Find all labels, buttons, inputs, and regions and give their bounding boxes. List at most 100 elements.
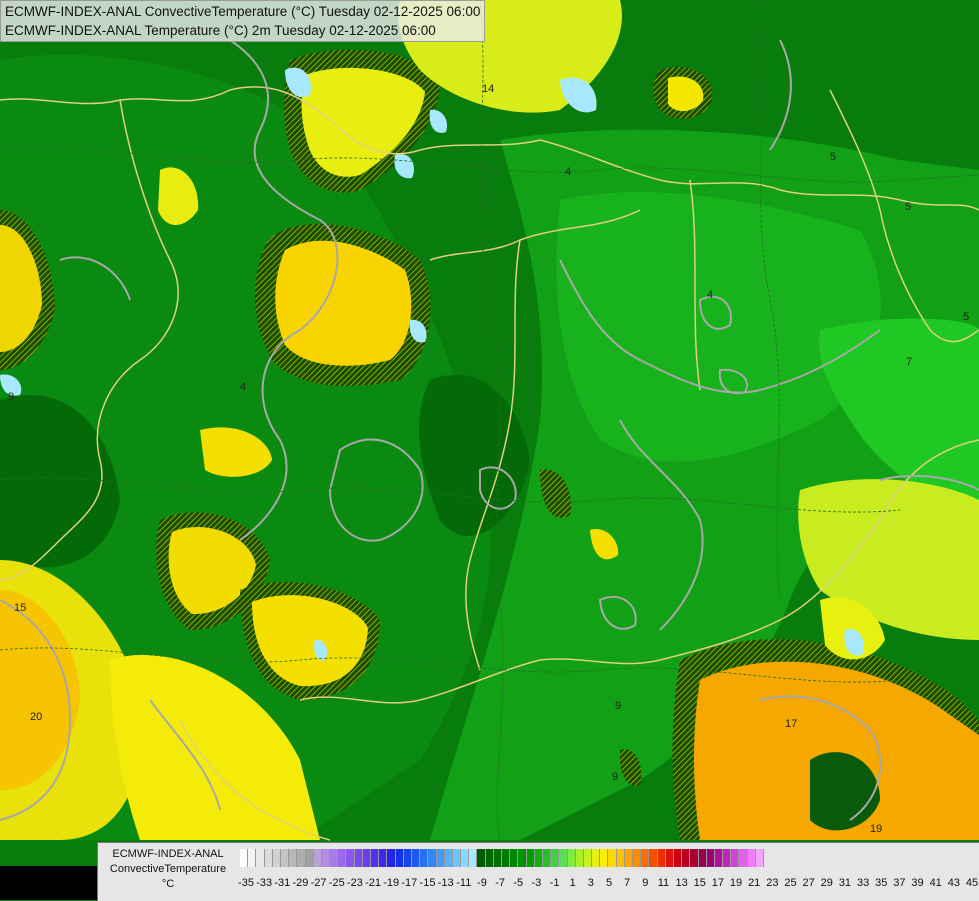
legend-swatch (616, 849, 625, 867)
legend-swatch (551, 849, 560, 867)
legend-swatch (395, 849, 404, 867)
svg-text:19: 19 (870, 823, 882, 835)
legend-swatch (411, 849, 421, 867)
legend-swatch (289, 849, 298, 867)
legend-swatch (706, 849, 715, 867)
legend-swatch (461, 849, 470, 867)
legend-swatch (731, 849, 740, 867)
svg-text:14: 14 (482, 83, 494, 95)
legend-swatch (723, 849, 732, 867)
legend-swatch (330, 849, 339, 867)
legend-swatch (469, 849, 478, 867)
legend-swatch (240, 849, 249, 867)
legend-swatch (420, 849, 429, 867)
legend-tick-label: -23 (346, 877, 363, 889)
legend-swatch (387, 849, 396, 867)
svg-text:4: 4 (707, 289, 713, 301)
legend-variable: ConvectiveTemperature (109, 863, 227, 875)
legend-tick-label: 37 (893, 877, 906, 889)
legend-tick-label: -33 (256, 877, 273, 889)
legend-tick-label: -31 (274, 877, 291, 889)
legend-swatch (354, 849, 363, 867)
legend-tick-label: -21 (365, 877, 381, 889)
legend-swatch (338, 849, 347, 867)
legend-tick-label: -11 (456, 877, 472, 889)
legend-swatch (248, 849, 257, 867)
map-title-convective: ECMWF-INDEX-ANAL ConvectiveTemperature (… (5, 4, 481, 19)
legend-swatch (371, 849, 380, 867)
legend-tick-label: -3 (531, 877, 542, 889)
legend-tick-label: 25 (784, 877, 797, 889)
legend-swatch (600, 849, 609, 867)
legend-swatch (608, 849, 617, 867)
legend-swatch (747, 849, 756, 867)
legend-swatch (477, 849, 486, 867)
legend-tick-label: 11 (657, 877, 670, 889)
legend-swatch (542, 849, 552, 867)
legend-tick-label: 7 (624, 877, 631, 889)
svg-text:7: 7 (906, 356, 912, 368)
legend-tick-label: 23 (766, 877, 779, 889)
legend-tick-label: -7 (495, 877, 505, 889)
legend-swatch (698, 849, 707, 867)
legend-swatch (682, 849, 691, 867)
legend-tick-label: 15 (693, 877, 706, 889)
svg-text:9: 9 (615, 700, 621, 712)
legend-swatch (436, 849, 445, 867)
legend-swatch (493, 849, 502, 867)
legend-tick-label: 9 (642, 877, 649, 889)
legend-swatch (755, 849, 764, 867)
legend-swatch (567, 849, 576, 867)
legend-swatch (583, 849, 593, 867)
legend-swatch (657, 849, 666, 867)
legend-swatch (256, 849, 265, 867)
legend-swatch (673, 849, 683, 867)
legend-source: ECMWF-INDEX-ANAL (112, 848, 224, 860)
map-title-box: ECMWF-INDEX-ANAL ConvectiveTemperature (… (0, 0, 486, 42)
legend-swatch (633, 849, 642, 867)
legend-tick-label: -19 (383, 877, 400, 889)
svg-text:17: 17 (785, 718, 797, 730)
legend-tick-label: 39 (911, 877, 924, 889)
svg-text:20: 20 (30, 711, 42, 723)
legend-swatch (592, 849, 601, 867)
legend-swatch (403, 849, 412, 867)
legend-swatch (452, 849, 462, 867)
svg-text:4: 4 (565, 166, 571, 178)
legend-swatch (714, 849, 724, 867)
svg-text:9: 9 (8, 391, 14, 403)
legend-unit: °C (161, 878, 175, 890)
color-legend: ECMWF-INDEX-ANAL ConvectiveTemperature °… (97, 842, 979, 901)
legend-swatch (313, 849, 322, 867)
legend-tick-label: 17 (711, 877, 725, 889)
legend-tick-label: 35 (875, 877, 888, 889)
legend-swatch (690, 849, 699, 867)
legend-swatch (485, 849, 494, 867)
legend-tick-label: -25 (328, 877, 345, 889)
legend-ticks: -35 -33 -31 -29 -27 -25 -23 -21 -19 -17 -15 -13 -11-… (238, 877, 979, 891)
legend-tick-label: 41 (929, 877, 942, 889)
legend-swatch (379, 849, 388, 867)
legend-tick-label: 19 (729, 877, 743, 889)
legend-tick-label: -5 (513, 877, 524, 889)
legend-swatch (534, 849, 543, 867)
legend-swatch (641, 849, 650, 867)
svg-text:5: 5 (830, 151, 836, 163)
legend-tick-label: -13 (437, 877, 454, 889)
svg-text:15: 15 (14, 602, 26, 614)
svg-text:5: 5 (905, 201, 911, 213)
legend-tick-label: 1 (569, 877, 576, 889)
legend-tick-label: -1 (549, 877, 560, 889)
legend-tick-label: -29 (292, 877, 309, 889)
legend-label: ECMWF-INDEX-ANAL ConvectiveTemperature °… (98, 847, 238, 892)
legend-swatch (321, 849, 331, 867)
legend-swatch (272, 849, 281, 867)
legend-tick-label: 5 (605, 877, 613, 889)
legend-swatch (649, 849, 658, 867)
legend-tick-label: 45 (965, 877, 979, 889)
legend-tick-label: 3 (587, 877, 594, 889)
legend-swatch (739, 849, 748, 867)
svg-text:9: 9 (612, 771, 618, 783)
legend-tick-label: -9 (477, 877, 487, 889)
legend-tick-label: -27 (310, 877, 327, 889)
